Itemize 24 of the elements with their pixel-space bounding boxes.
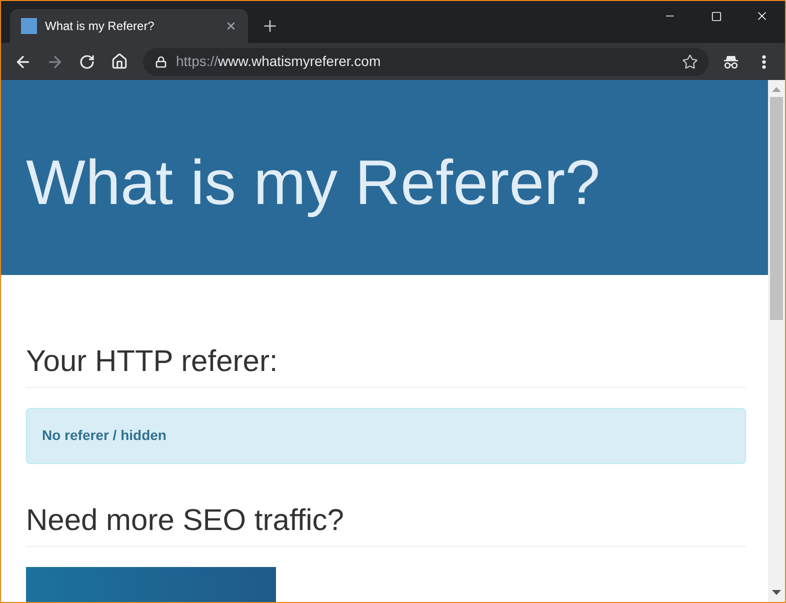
home-icon <box>110 53 128 70</box>
browser-tab[interactable]: What is my Referer? <box>10 9 248 43</box>
alert-text: No referer / hidden <box>42 427 166 443</box>
incognito-icon <box>723 54 739 68</box>
address-bar[interactable]: https://www.whatismyreferer.com <box>143 48 709 76</box>
close-icon <box>755 9 769 23</box>
close-icon <box>225 20 237 32</box>
favicon-icon <box>21 18 37 34</box>
reload-icon <box>79 54 95 70</box>
new-tab-button[interactable] <box>261 17 279 35</box>
bookmark-button[interactable] <box>681 52 699 70</box>
section-heading: Your HTTP referer: <box>26 345 278 378</box>
star-icon <box>682 54 698 70</box>
url-text: https://www.whatismyreferer.com <box>176 52 381 71</box>
menu-icon <box>762 54 766 68</box>
scrollbar-track[interactable] <box>768 80 785 602</box>
plus-icon <box>261 17 279 35</box>
scrollbar-thumb[interactable] <box>770 97 783 320</box>
scroll-down-arrow-icon[interactable] <box>772 590 781 595</box>
section-heading: Need more SEO traffic? <box>26 504 344 537</box>
tab-title: What is my Referer? <box>45 18 154 35</box>
maximize-icon <box>710 10 722 22</box>
page-title: What is my Referer? <box>26 152 600 215</box>
lock-icon <box>155 56 167 68</box>
